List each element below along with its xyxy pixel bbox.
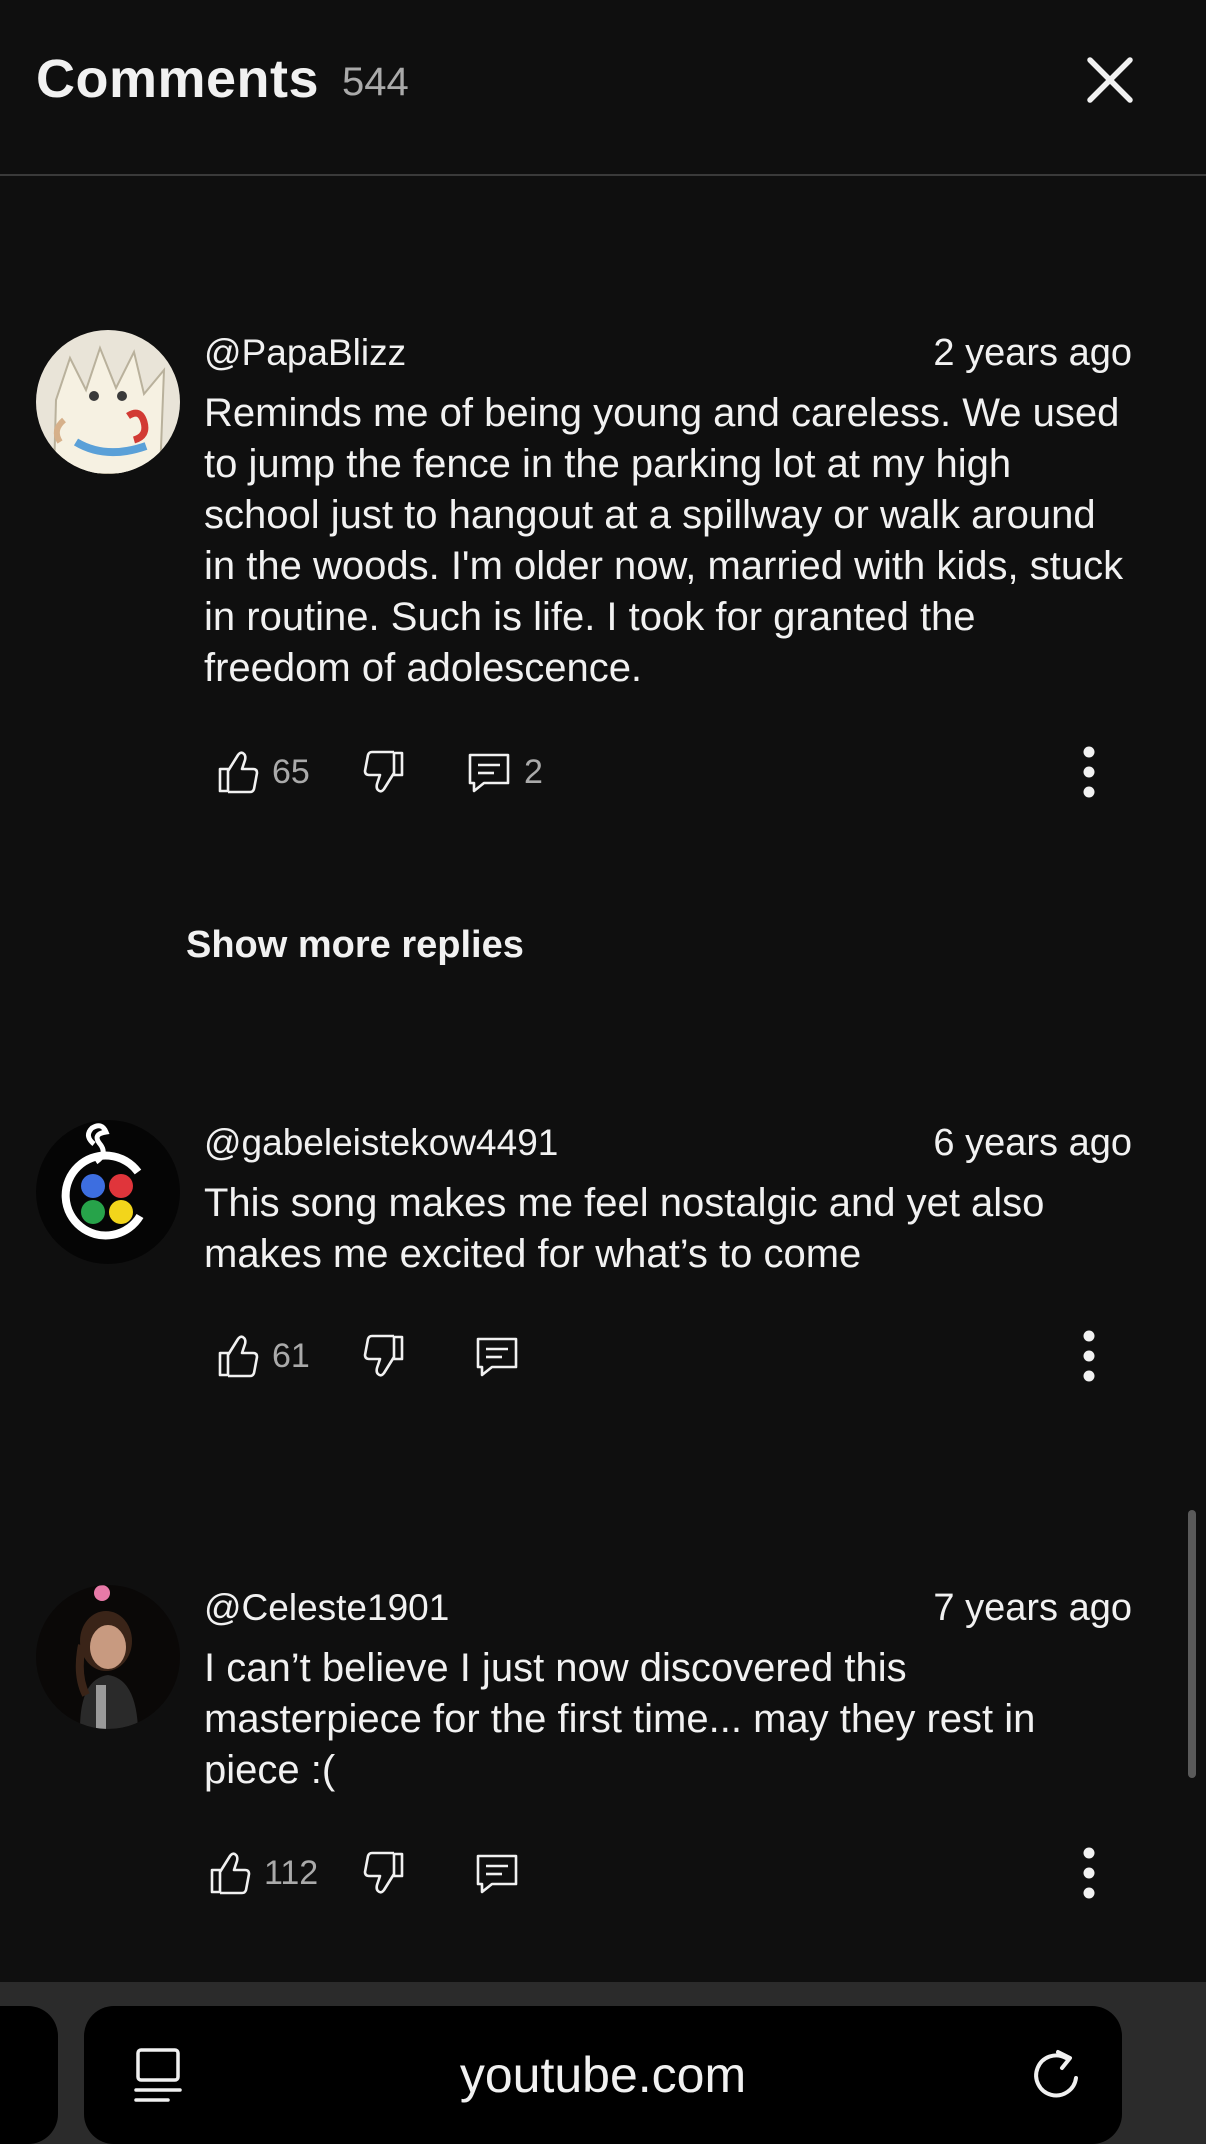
close-button[interactable] (1082, 52, 1138, 108)
comment-text: I can’t believe I just now discovered th… (204, 1646, 1036, 1792)
like-count: 61 (272, 1336, 310, 1375)
reply-count: 2 (524, 752, 543, 791)
thumbs-up-icon (218, 1335, 259, 1378)
more-vertical-icon (1083, 746, 1095, 798)
like-count: 65 (272, 752, 310, 791)
avatar[interactable] (36, 1585, 180, 1729)
thumbs-up-icon (210, 1852, 251, 1895)
comment-time: 2 years ago (933, 332, 1132, 374)
comment-actions: 61 (204, 1326, 1134, 1386)
close-icon (1087, 57, 1133, 103)
reply-button[interactable] (474, 1326, 520, 1386)
more-vertical-icon (1083, 1847, 1095, 1899)
more-options-button[interactable] (1074, 742, 1104, 802)
reply-icon (468, 753, 510, 793)
browser-bottom-bar: youtube.com (0, 1982, 1206, 2144)
reply-icon (476, 1337, 518, 1377)
more-options-button[interactable] (1074, 1843, 1104, 1903)
comment-actions: 65 2 (204, 742, 1134, 802)
more-options-button[interactable] (1074, 1326, 1104, 1386)
reply-icon (476, 1854, 518, 1894)
thumbs-down-icon (363, 1334, 404, 1377)
thumbs-down-icon (363, 750, 404, 793)
comment-author[interactable]: @Celeste1901 (204, 1587, 449, 1629)
thumbs-up-icon (218, 751, 259, 794)
comments-count: 544 (342, 60, 409, 104)
avatar[interactable] (36, 330, 180, 474)
reply-button[interactable]: 2 (466, 742, 543, 802)
dislike-button[interactable] (362, 1843, 406, 1903)
thumbs-down-icon (363, 1851, 404, 1894)
egg-creature-avatar-icon (36, 330, 180, 474)
scrollbar-thumb[interactable] (1188, 1510, 1196, 1778)
comment-author[interactable]: @gabeleistekow4491 (204, 1122, 558, 1164)
avatar[interactable] (36, 1120, 180, 1264)
previous-tab-preview[interactable] (0, 2006, 58, 2144)
show-more-replies-button[interactable]: Show more replies (186, 924, 524, 967)
reply-button[interactable] (474, 1843, 520, 1903)
reload-icon (1034, 2050, 1078, 2098)
comment-time: 6 years ago (933, 1122, 1132, 1164)
like-button[interactable]: 61 (216, 1326, 310, 1386)
reload-button[interactable] (1028, 2046, 1086, 2104)
comment-text: Reminds me of being young and careless. … (204, 391, 1124, 690)
more-vertical-icon (1083, 1330, 1095, 1382)
like-count: 112 (264, 1853, 319, 1892)
address-bar[interactable]: youtube.com (84, 2006, 1122, 2144)
four-color-dots-avatar-icon (36, 1120, 180, 1264)
dislike-button[interactable] (362, 1326, 406, 1386)
comment-actions: 112 (204, 1843, 1134, 1903)
comment-text: This song makes me feel nostalgic and ye… (204, 1181, 1045, 1276)
comments-panel: Comments 544 @PapaBlizz 2 years ago Remi… (0, 0, 1206, 2144)
comment-time: 7 years ago (933, 1587, 1132, 1629)
like-button[interactable]: 65 (216, 742, 310, 802)
url-text: youtube.com (459, 2047, 747, 2103)
like-button[interactable]: 112 (208, 1843, 318, 1903)
dislike-button[interactable] (362, 742, 406, 802)
comments-header: Comments 544 (0, 0, 1206, 176)
comments-title: Comments (36, 49, 320, 109)
comment-author[interactable]: @PapaBlizz (204, 332, 406, 374)
person-photo-avatar-icon (36, 1585, 180, 1729)
